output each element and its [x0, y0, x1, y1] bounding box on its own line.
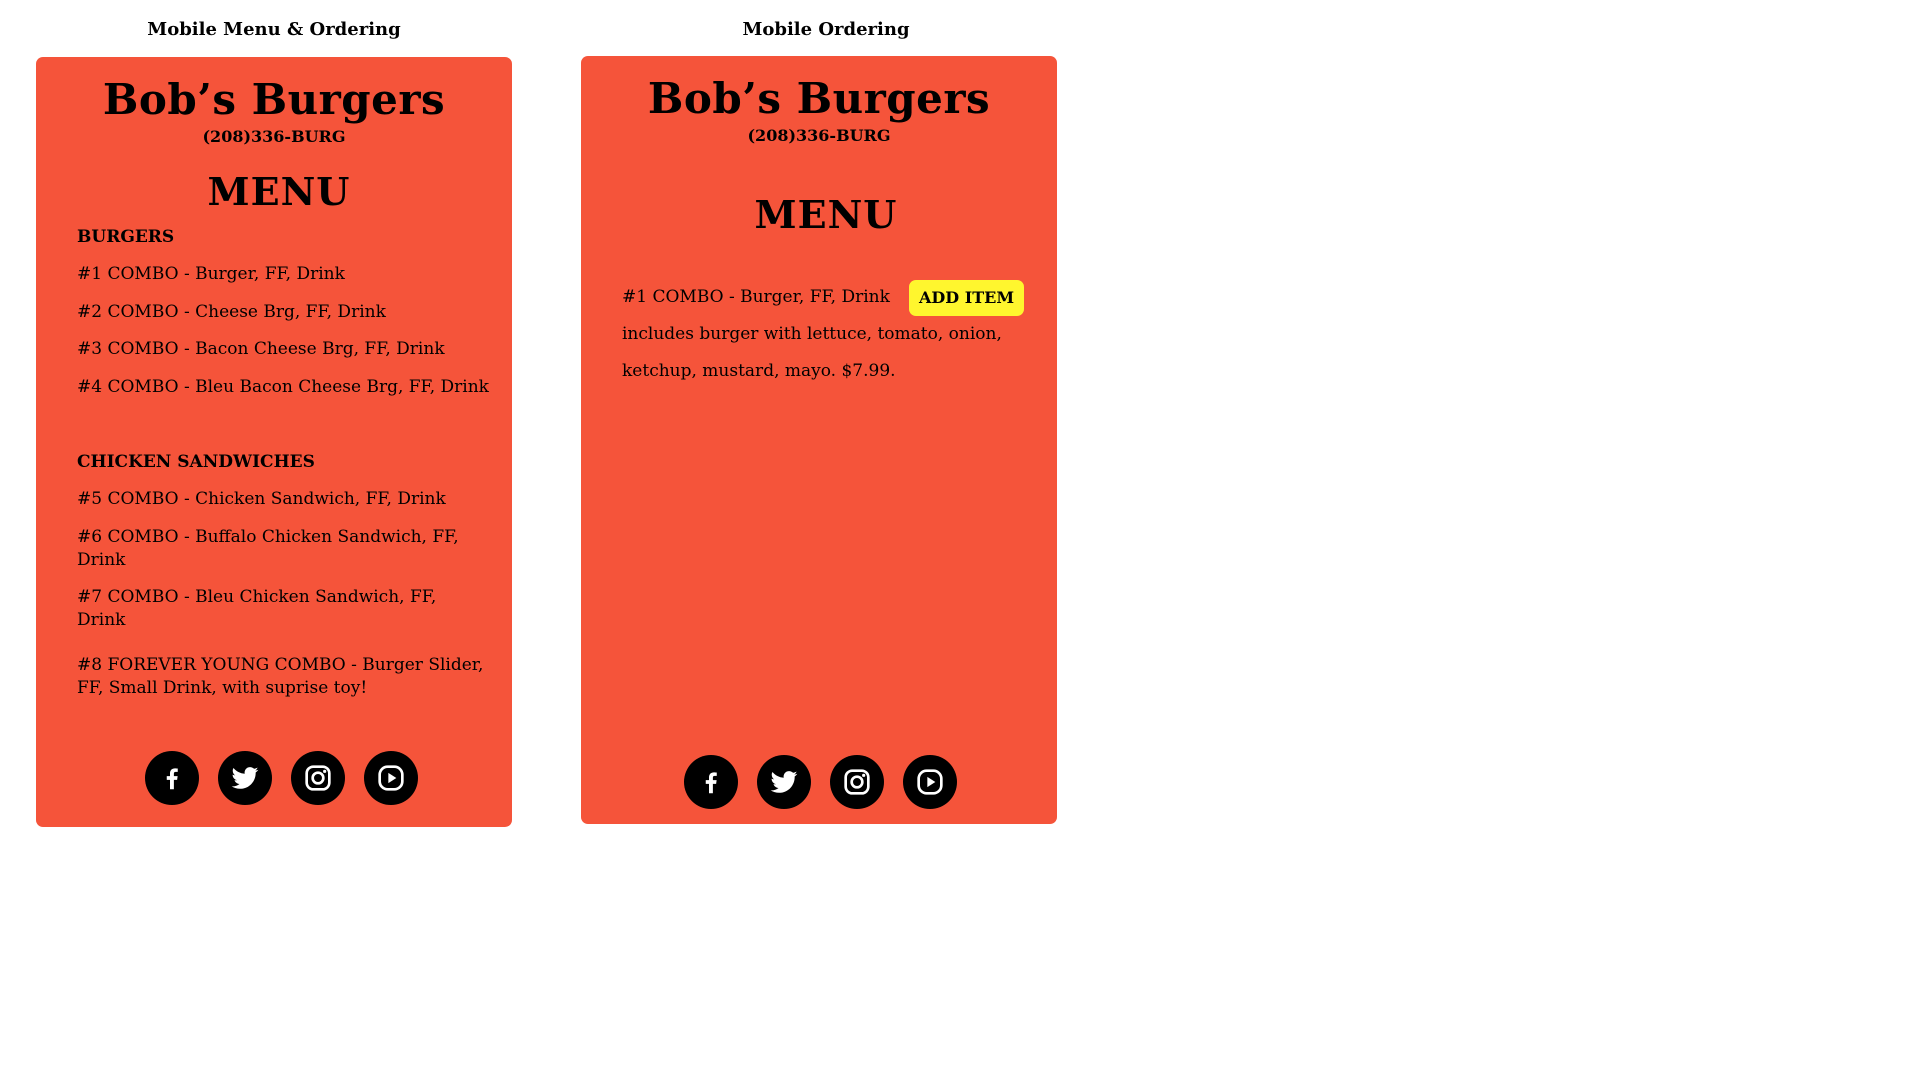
menu-heading: MENU — [207, 169, 351, 214]
restaurant-phone[interactable]: (208)336-BURG — [36, 127, 512, 146]
section-heading-chicken: CHICKEN SANDWICHES — [77, 452, 315, 472]
order-item-description: includes burger with lettuce, tomato, on… — [622, 324, 1002, 381]
instagram-icon[interactable] — [291, 751, 345, 805]
menu-item[interactable]: #5 COMBO - Chicken Sandwich, FF, Drink — [77, 488, 497, 511]
menu-heading: MENU — [754, 192, 898, 237]
facebook-icon[interactable] — [684, 755, 738, 809]
menu-item[interactable]: #6 COMBO - Buffalo Chicken Sandwich, FF,… — [77, 526, 472, 572]
social-links — [684, 755, 957, 809]
ordering-phone-panel: Bob’s Burgers (208)336-BURG MENU #1 COMB… — [581, 56, 1057, 824]
menu-item[interactable]: #7 COMBO - Bleu Chicken Sandwich, FF, Dr… — [77, 586, 457, 632]
restaurant-phone[interactable]: (208)336-BURG — [581, 126, 1057, 145]
menu-item[interactable]: #3 COMBO - Bacon Cheese Brg, FF, Drink — [77, 338, 497, 361]
instagram-icon[interactable] — [830, 755, 884, 809]
menu-item[interactable]: #8 FOREVER YOUNG COMBO - Burger Slider, … — [77, 654, 487, 700]
restaurant-title: Bob’s Burgers — [102, 75, 446, 124]
order-item-name: #1 COMBO - Burger, FF, Drink — [622, 287, 890, 307]
menu-item[interactable]: #1 COMBO - Burger, FF, Drink — [77, 263, 497, 286]
twitter-icon[interactable] — [757, 755, 811, 809]
menu-item[interactable]: #2 COMBO - Cheese Brg, FF, Drink — [77, 301, 497, 324]
video-icon[interactable] — [903, 755, 957, 809]
add-item-button[interactable]: ADD ITEM — [909, 280, 1025, 316]
facebook-icon[interactable] — [145, 751, 199, 805]
twitter-icon[interactable] — [218, 751, 272, 805]
restaurant-title: Bob’s Burgers — [647, 74, 991, 123]
left-panel-label: Mobile Menu & Ordering — [147, 19, 401, 40]
social-links — [145, 751, 418, 805]
video-icon[interactable] — [364, 751, 418, 805]
right-panel-label: Mobile Ordering — [742, 19, 910, 40]
section-heading-burgers: BURGERS — [77, 227, 175, 247]
menu-phone-panel: Bob’s Burgers (208)336-BURG MENU BURGERS… — [36, 57, 512, 827]
menu-item[interactable]: #4 COMBO - Bleu Bacon Cheese Brg, FF, Dr… — [77, 376, 497, 399]
